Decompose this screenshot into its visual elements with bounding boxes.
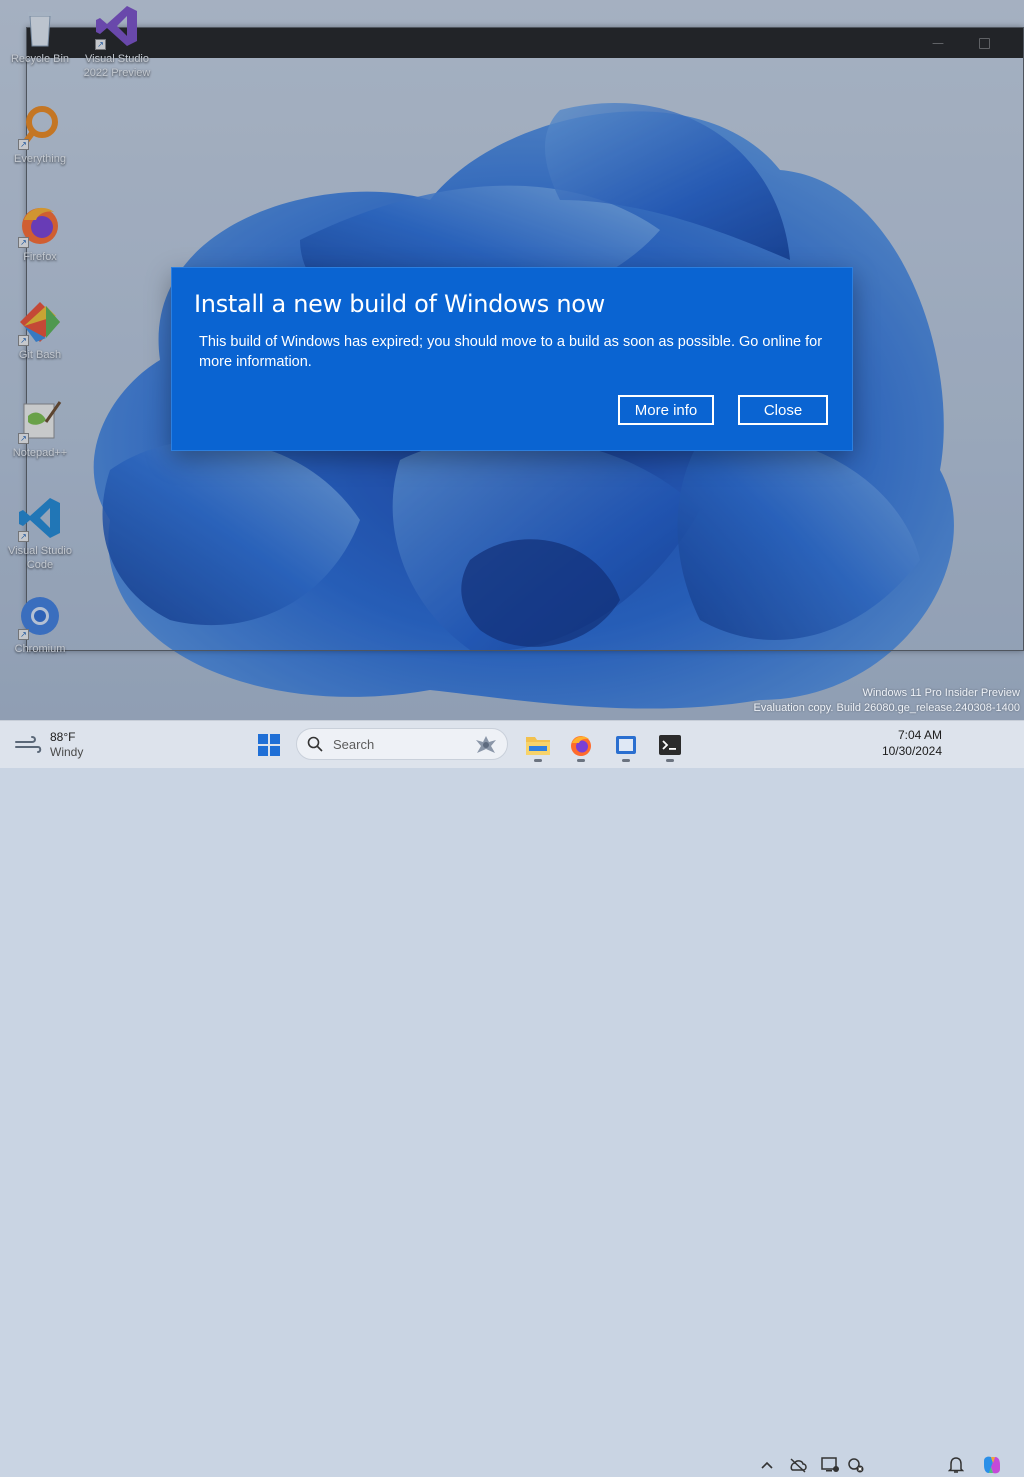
taskbar-terminal[interactable] xyxy=(652,727,688,763)
search-input[interactable] xyxy=(331,735,465,753)
weather-condition: Windy xyxy=(50,745,84,759)
wind-icon xyxy=(15,736,42,753)
tray-network[interactable] xyxy=(786,1453,810,1477)
clock-time: 7:04 AM xyxy=(897,728,942,742)
more-info-button[interactable]: More info xyxy=(618,395,714,425)
network-offline-icon xyxy=(790,1458,807,1473)
vpn-icon xyxy=(848,1458,864,1473)
watermark-edition: Windows 11 Pro Insider Preview xyxy=(862,687,1020,699)
taskbar-firefox[interactable] xyxy=(563,727,599,763)
display-icon xyxy=(821,1457,839,1472)
copilot-icon xyxy=(984,1456,1000,1474)
system-clock[interactable]: 7:04 AM 10/30/2024 xyxy=(872,727,942,759)
bell-icon xyxy=(948,1457,964,1473)
file-explorer-icon xyxy=(526,737,550,755)
tray-display[interactable] xyxy=(818,1453,842,1477)
search-highlight-icon xyxy=(476,736,496,753)
dialog-message: This build of Windows has expired; you s… xyxy=(199,334,823,370)
task-view-icon xyxy=(616,736,636,754)
clock-date: 10/30/2024 xyxy=(881,744,942,758)
weather-widget[interactable]: 88°F Windy xyxy=(14,727,83,763)
start-icon xyxy=(258,734,280,756)
dialog-title: Install a new build of Windows now xyxy=(194,290,605,318)
search-icon xyxy=(307,736,323,752)
weather-temperature: 88°F xyxy=(50,730,76,744)
taskbar-file-explorer[interactable] xyxy=(520,727,556,763)
close-button[interactable]: Close xyxy=(738,395,828,425)
watermark-build: Evaluation copy. Build 26080.ge_release.… xyxy=(753,702,1020,714)
show-hidden-icons-button[interactable] xyxy=(755,1453,779,1477)
chevron-up-icon xyxy=(761,1461,773,1469)
taskbar-search[interactable] xyxy=(296,728,508,760)
start-button[interactable] xyxy=(251,727,287,763)
notifications-button[interactable] xyxy=(944,1453,968,1477)
build-expired-dialog: Install a new build of Windows now This … xyxy=(172,268,852,450)
tray-vpn[interactable] xyxy=(844,1453,868,1477)
terminal-icon xyxy=(659,735,681,755)
taskbar-task-view[interactable] xyxy=(608,727,644,763)
copilot-button[interactable] xyxy=(980,1453,1004,1477)
evaluation-watermark: Windows 11 Pro Insider Preview Evaluatio… xyxy=(754,686,1020,716)
firefox-icon xyxy=(571,736,591,756)
taskbar: 88°F Windy xyxy=(0,720,1024,1474)
